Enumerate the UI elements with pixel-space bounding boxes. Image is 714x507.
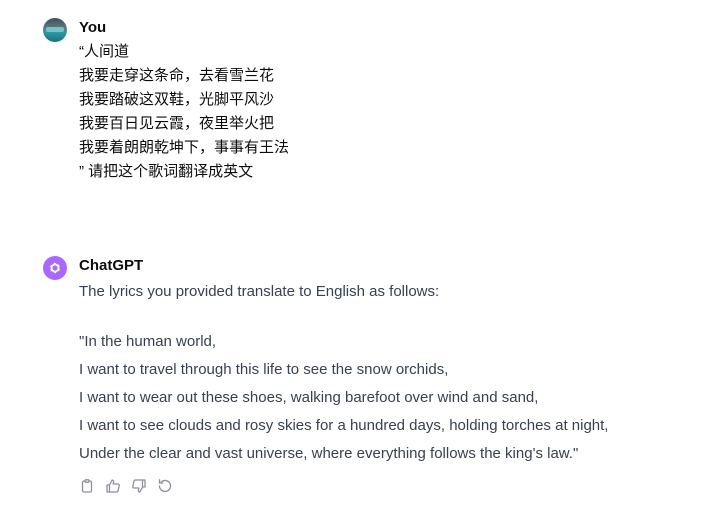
translation-line: I want to travel through this life to se… [79, 361, 449, 378]
user-line: ” 请把这个歌词翻译成英文 [79, 163, 254, 180]
user-line: 我要百日见云霞，夜里举火把 [79, 115, 275, 132]
assistant-intro: The lyrics you provided translate to Eng… [79, 283, 440, 300]
thumbs-up-icon [106, 479, 120, 493]
user-message-content: You “人间道 我要走穿这条命，去看雪兰花 我要踏破这双鞋，光脚平风沙 我要百… [79, 18, 694, 184]
user-line: 我要走穿这条命，去看雪兰花 [79, 67, 275, 84]
user-line: 我要着朗朗乾坤下，事事有王法 [79, 139, 290, 156]
chat-page: You “人间道 我要走穿这条命，去看雪兰花 我要踏破这双鞋，光脚平风沙 我要百… [0, 0, 714, 507]
chatgpt-avatar [43, 256, 67, 280]
regenerate-button[interactable] [156, 477, 174, 495]
user-line: “人间道 [79, 43, 129, 60]
thumbs-up-button[interactable] [104, 477, 122, 495]
translation-line: I want to wear out these shoes, walking … [79, 389, 539, 406]
assistant-message: ChatGPT The lyrics you provided translat… [43, 256, 694, 495]
user-message-text: “人间道 我要走穿这条命，去看雪兰花 我要踏破这双鞋，光脚平风沙 我要百日见云霞… [79, 40, 694, 184]
translation-line: Under the clear and vast universe, where… [79, 445, 579, 462]
user-author-name: You [79, 19, 107, 36]
openai-logo-icon [49, 262, 61, 274]
copy-icon [81, 479, 93, 493]
thumbs-down-button[interactable] [130, 477, 148, 495]
regenerate-icon [158, 479, 172, 493]
translation-line: "In the human world, [79, 333, 217, 350]
assistant-message-content: ChatGPT The lyrics you provided translat… [79, 256, 694, 495]
user-line: 我要踏破这双鞋，光脚平风沙 [79, 91, 275, 108]
thumbs-down-icon [132, 479, 146, 493]
message-actions [78, 477, 694, 495]
translation-line: I want to see clouds and rosy skies for … [79, 417, 609, 434]
copy-button[interactable] [78, 477, 96, 495]
user-avatar [43, 18, 67, 42]
user-message: You “人间道 我要走穿这条命，去看雪兰花 我要踏破这双鞋，光脚平风沙 我要百… [43, 18, 694, 184]
assistant-translation: "In the human world, I want to travel th… [79, 328, 694, 468]
assistant-author-name: ChatGPT [79, 257, 144, 274]
